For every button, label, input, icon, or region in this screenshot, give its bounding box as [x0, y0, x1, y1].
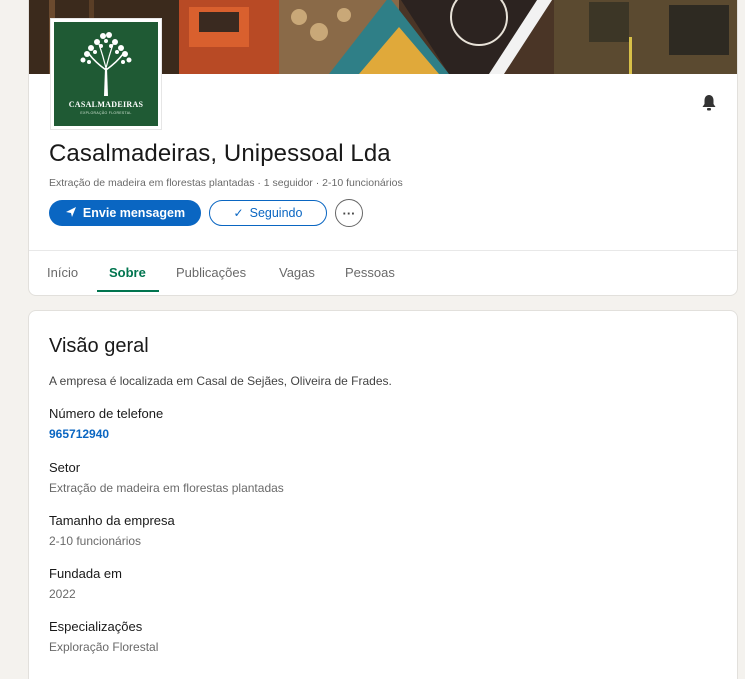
logo-text: CASALMADEIRAS	[68, 100, 144, 109]
company-size-value: 2-10 funcionários	[49, 534, 142, 548]
specialties-value: Exploração Florestal	[49, 640, 159, 654]
founded-value: 2022	[49, 587, 76, 601]
tab-pessoas[interactable]: Pessoas	[345, 265, 395, 280]
sector-label: Setor	[49, 460, 81, 475]
send-message-button[interactable]: Envie mensagem	[49, 200, 201, 226]
send-icon	[65, 206, 77, 221]
more-options-button[interactable]: ···	[335, 199, 363, 227]
overview-description: A empresa é localizada em Casal de Sejãe…	[49, 374, 392, 388]
phone-label: Número de telefone	[49, 406, 164, 421]
overview-card: Visão geral A empresa é localizada em Ca…	[28, 310, 738, 679]
company-logo[interactable]: CASALMADEIRAS EXPLORAÇÃO FLORESTAL	[51, 19, 161, 129]
following-button[interactable]: ✓ Seguindo	[209, 200, 327, 226]
specialties-label: Especializações	[49, 619, 143, 634]
company-name: Casalmadeiras, Unipessoal Lda	[49, 140, 391, 167]
active-tab-indicator	[97, 290, 159, 292]
company-size-label: Tamanho da empresa	[49, 513, 175, 528]
founded-label: Fundada em	[49, 566, 122, 581]
tab-publicacoes[interactable]: Publicações	[176, 265, 246, 280]
tab-inicio[interactable]: Início	[47, 265, 78, 280]
phone-link[interactable]: 965712940	[49, 427, 109, 441]
company-meta: Extração de madeira em florestas plantad…	[49, 177, 403, 189]
notification-bell-icon[interactable]	[699, 93, 719, 113]
check-icon: ✓	[233, 206, 244, 220]
tab-vagas[interactable]: Vagas	[279, 265, 315, 280]
following-label: Seguindo	[249, 206, 303, 220]
sector-value: Extração de madeira em florestas plantad…	[49, 481, 284, 495]
logo-subtext: EXPLORAÇÃO FLORESTAL	[80, 111, 132, 115]
overview-title: Visão geral	[49, 335, 149, 357]
tabs-divider	[29, 250, 737, 251]
send-message-label: Envie mensagem	[82, 206, 186, 220]
tab-sobre[interactable]: Sobre	[109, 265, 146, 280]
more-icon: ···	[342, 205, 356, 221]
company-header-card: CASALMADEIRAS EXPLORAÇÃO FLORESTAL Casal…	[28, 0, 738, 296]
tree-icon	[80, 32, 132, 96]
